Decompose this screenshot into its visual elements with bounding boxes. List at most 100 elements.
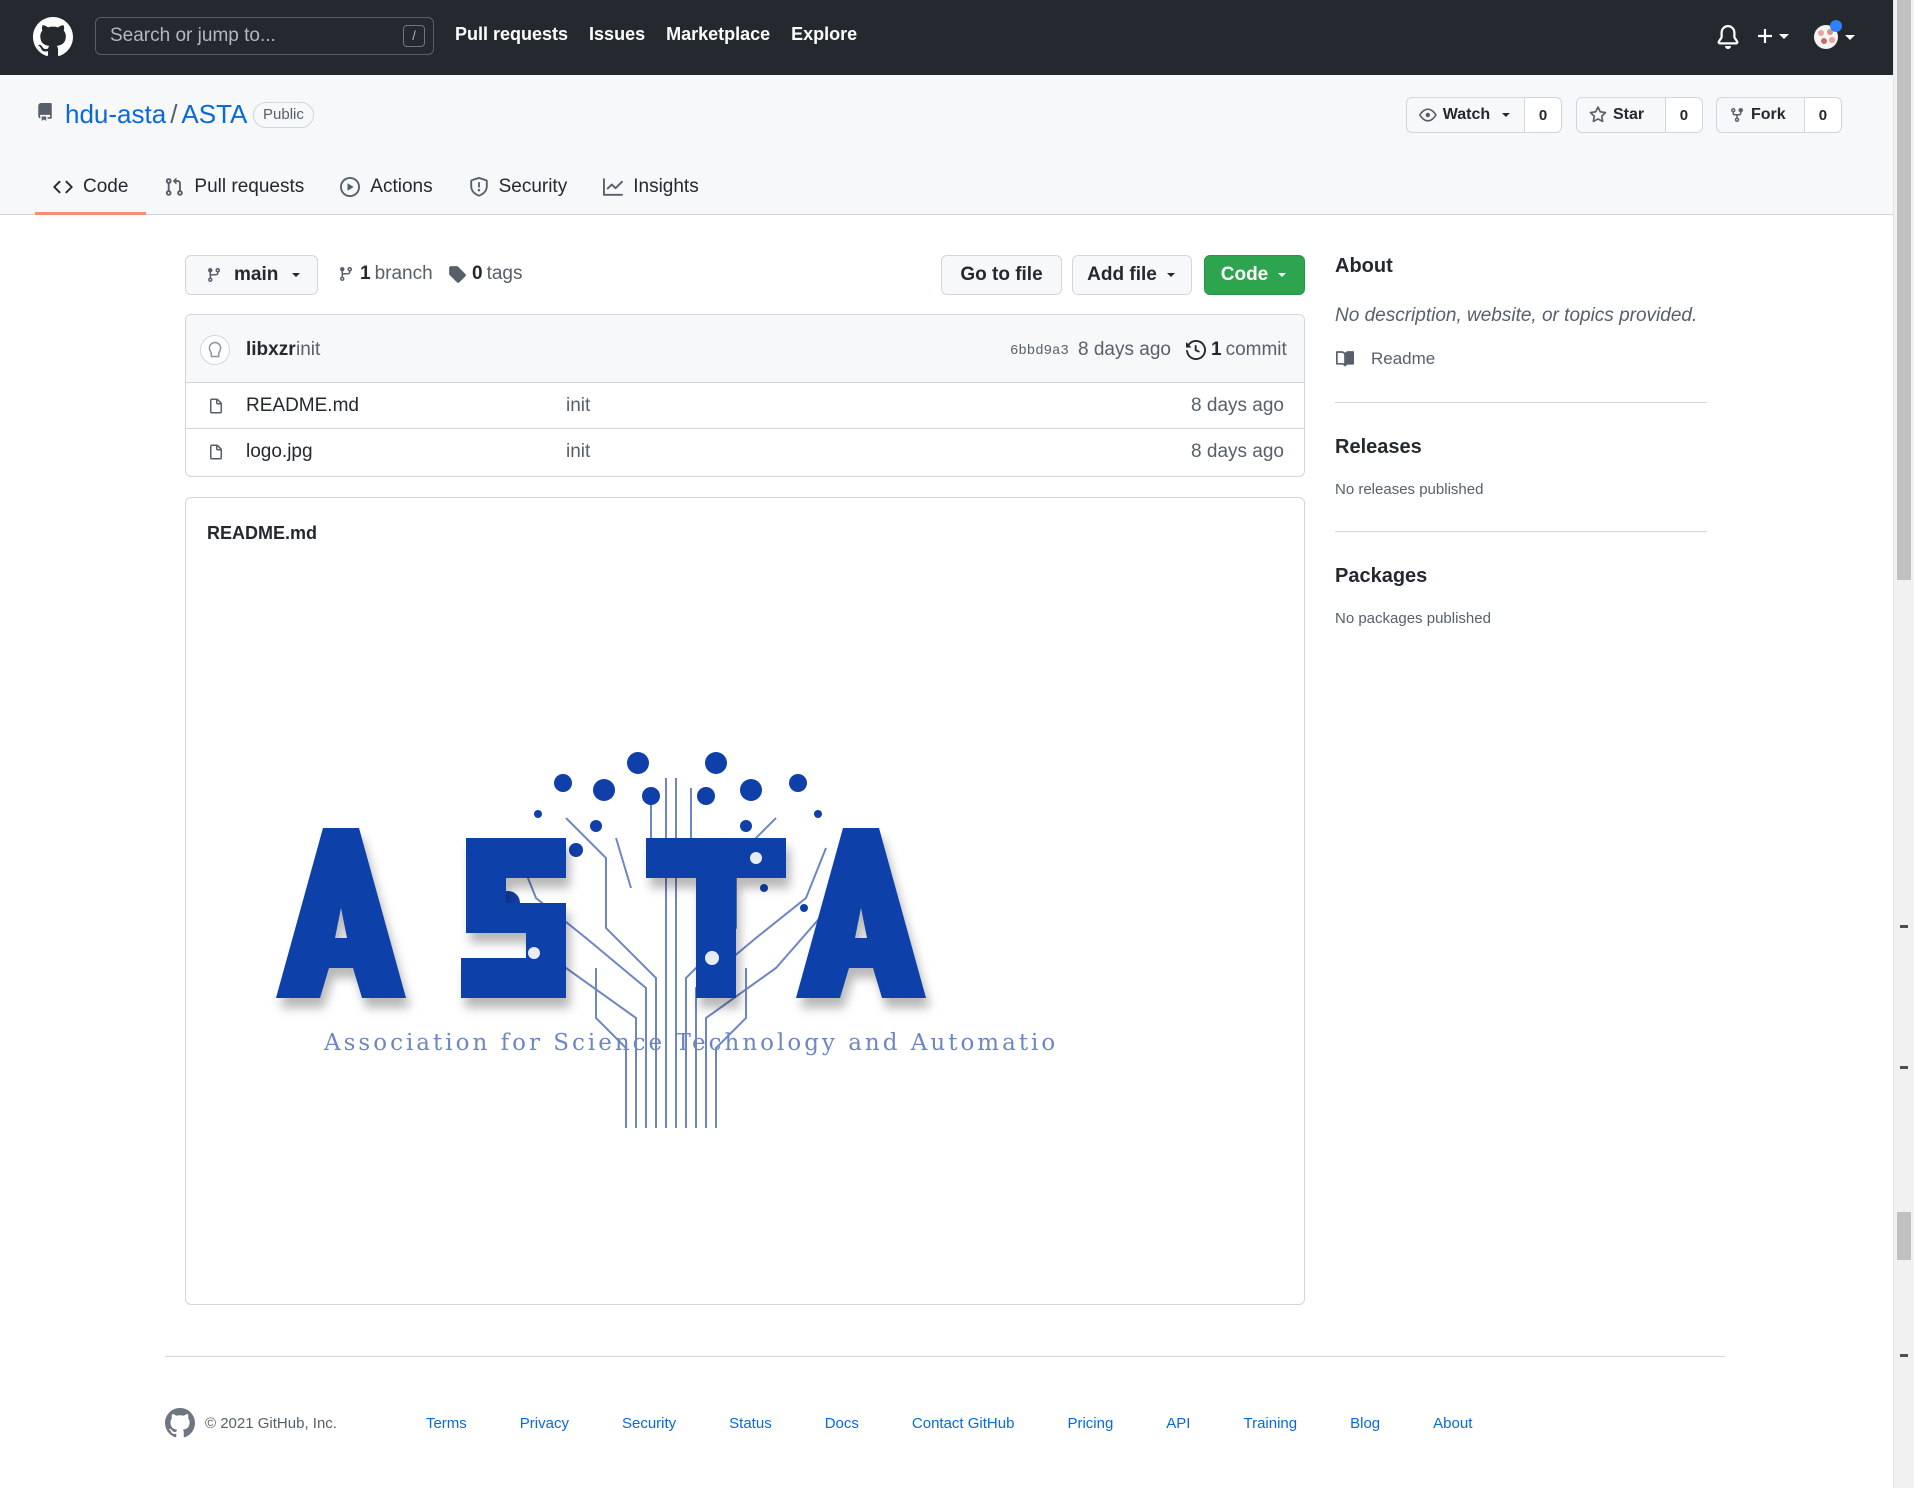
readme-title: README.md bbox=[207, 523, 318, 543]
history-icon bbox=[1186, 340, 1206, 360]
fork-count[interactable]: 0 bbox=[1804, 98, 1841, 132]
nav-pull-requests[interactable]: Pull requests bbox=[455, 24, 568, 45]
chevron-down-icon bbox=[1278, 273, 1287, 277]
tag-count: 0 bbox=[472, 263, 483, 284]
branch-icon bbox=[207, 268, 220, 283]
footer-link-pricing[interactable]: Pricing bbox=[1067, 1415, 1113, 1432]
branch-name: main bbox=[234, 264, 279, 285]
bell-icon[interactable] bbox=[1716, 24, 1740, 50]
about-description: No description, website, or topics provi… bbox=[1335, 305, 1698, 326]
commit-sha-link[interactable]: 6bbd9a3 bbox=[1010, 343, 1069, 359]
global-nav: Pull requests Issues Marketplace Explore bbox=[455, 24, 878, 45]
divider bbox=[1335, 402, 1707, 403]
footer-link-contact[interactable]: Contact GitHub bbox=[912, 1415, 1015, 1432]
footer-link-api[interactable]: API bbox=[1166, 1415, 1190, 1432]
shield-icon bbox=[469, 177, 488, 197]
file-commit-message[interactable]: init bbox=[566, 395, 590, 417]
code-button[interactable]: Code bbox=[1204, 255, 1305, 295]
releases-heading[interactable]: Releases bbox=[1335, 436, 1707, 459]
star-count[interactable]: 0 bbox=[1665, 98, 1702, 132]
branch-select[interactable]: main bbox=[185, 255, 318, 295]
graph-icon bbox=[603, 178, 624, 196]
tab-code[interactable]: Code bbox=[35, 169, 147, 215]
tab-insights[interactable]: Insights bbox=[585, 169, 716, 215]
star-label: Star bbox=[1613, 106, 1645, 123]
file-name-link[interactable]: README.md bbox=[246, 395, 359, 417]
avatar[interactable] bbox=[200, 335, 230, 365]
avatar bbox=[1814, 20, 1855, 49]
footer-link-terms[interactable]: Terms bbox=[426, 1415, 467, 1432]
visibility-badge: Public bbox=[253, 102, 314, 128]
fork-button[interactable]: Fork bbox=[1717, 98, 1805, 132]
about-heading: About bbox=[1335, 255, 1393, 277]
tab-insights-label: Insights bbox=[633, 176, 699, 197]
code-icon bbox=[53, 180, 73, 194]
repo-owner-link[interactable]: hdu-asta bbox=[65, 99, 166, 129]
repo-name-link[interactable]: ASTA bbox=[181, 99, 247, 129]
file-age: 8 days ago bbox=[1191, 441, 1284, 462]
footer-link-blog[interactable]: Blog bbox=[1350, 1415, 1380, 1432]
asta-logo-image: Association for Science Technology and A… bbox=[236, 728, 1073, 1148]
readme-box: README.md Association for Science Techno… bbox=[185, 497, 1305, 1305]
footer-link-about[interactable]: About bbox=[1433, 1415, 1472, 1432]
user-menu[interactable] bbox=[1812, 20, 1858, 52]
repo-sidebar: About No description, website, or topics… bbox=[1335, 255, 1707, 627]
branch-count: 1 bbox=[360, 263, 371, 284]
scrollbar-marker bbox=[1900, 1066, 1908, 1069]
scrollbar-marker bbox=[1900, 925, 1908, 928]
repo-tabs: Code Pull requests Actions Security Insi… bbox=[35, 169, 717, 215]
scrollbar-thumb[interactable] bbox=[1897, 1212, 1911, 1260]
readme-link[interactable]: Readme bbox=[1335, 349, 1707, 369]
divider bbox=[1335, 531, 1707, 532]
nav-marketplace[interactable]: Marketplace bbox=[666, 24, 770, 45]
packages-note: No packages published bbox=[1335, 610, 1491, 627]
watch-count[interactable]: 0 bbox=[1525, 98, 1561, 132]
footer-link-status[interactable]: Status bbox=[729, 1415, 772, 1432]
file-commit-message[interactable]: init bbox=[566, 441, 590, 463]
scrollbar-thumb[interactable] bbox=[1897, 0, 1911, 580]
footer-link-privacy[interactable]: Privacy bbox=[520, 1415, 569, 1432]
global-header: / Pull requests Issues Marketplace Explo… bbox=[0, 0, 1893, 75]
footer-link-security[interactable]: Security bbox=[622, 1415, 676, 1432]
eye-icon bbox=[1419, 108, 1437, 122]
nav-explore[interactable]: Explore bbox=[791, 24, 857, 45]
book-icon bbox=[1336, 351, 1355, 367]
play-circle-icon bbox=[340, 177, 361, 197]
star-button[interactable]: Star bbox=[1577, 98, 1666, 132]
chevron-down-icon bbox=[1166, 273, 1175, 277]
commit-age: 8 days ago bbox=[1078, 339, 1171, 360]
branch-count-label: branch bbox=[374, 263, 433, 284]
packages-heading[interactable]: Packages bbox=[1335, 565, 1707, 588]
watch-button[interactable]: Watch bbox=[1407, 98, 1525, 132]
nav-issues[interactable]: Issues bbox=[589, 24, 645, 45]
tab-pull-requests[interactable]: Pull requests bbox=[146, 169, 322, 215]
add-file-button[interactable]: Add file bbox=[1072, 255, 1192, 295]
file-row[interactable]: logo.jpg init 8 days ago bbox=[186, 429, 1304, 475]
global-search[interactable]: / bbox=[95, 17, 434, 55]
watch-label: Watch bbox=[1442, 106, 1491, 123]
commit-history-link[interactable]: 1 commit bbox=[1186, 339, 1287, 361]
tab-security[interactable]: Security bbox=[451, 169, 586, 215]
code-button-label: Code bbox=[1220, 264, 1269, 285]
footer-link-training[interactable]: Training bbox=[1243, 1415, 1297, 1432]
logo-subtitle: Association for Science Technology and A… bbox=[323, 1030, 1056, 1056]
pull-request-icon bbox=[166, 177, 184, 196]
file-icon bbox=[210, 444, 222, 460]
file-row[interactable]: README.md init 8 days ago bbox=[186, 383, 1304, 429]
file-age: 8 days ago bbox=[1191, 395, 1284, 416]
file-name-link[interactable]: logo.jpg bbox=[246, 441, 313, 463]
create-new-menu[interactable] bbox=[1756, 22, 1796, 50]
page-scrollbar[interactable] bbox=[1893, 0, 1914, 1488]
github-logo-icon[interactable] bbox=[165, 1408, 195, 1438]
commit-message-link[interactable]: init bbox=[296, 339, 320, 361]
search-input[interactable] bbox=[96, 18, 433, 54]
github-logo-icon[interactable] bbox=[33, 17, 73, 57]
tab-actions[interactable]: Actions bbox=[322, 169, 450, 215]
go-to-file-button[interactable]: Go to file bbox=[941, 255, 1062, 295]
footer-link-docs[interactable]: Docs bbox=[825, 1415, 859, 1432]
commit-author-link[interactable]: libxzr bbox=[246, 339, 296, 361]
tag-icon bbox=[449, 266, 466, 283]
branches-link[interactable]: 1 branch bbox=[338, 263, 433, 285]
tags-link[interactable]: 0 tags bbox=[448, 263, 523, 285]
repo-icon bbox=[38, 103, 52, 121]
